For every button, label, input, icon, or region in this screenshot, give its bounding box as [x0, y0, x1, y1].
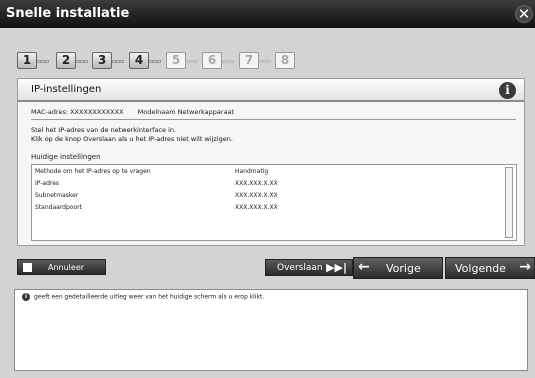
instructions: Stel het IP-adres van de netwerkinterfac… — [31, 126, 233, 144]
info-icon[interactable]: i — [499, 82, 516, 99]
step-number: 3 — [92, 52, 112, 69]
current-settings-title: Huidige instellingen — [31, 153, 101, 161]
step-dots: ▫▫▫ — [76, 58, 89, 65]
help-text: geeft een gedetailleerde uitleg weer van… — [34, 293, 265, 301]
info-icon: i — [22, 293, 30, 301]
step-8: 8 — [275, 49, 295, 69]
next-label: Volgende — [455, 262, 506, 275]
setting-value: XXX.XXX.X.XX — [235, 204, 278, 211]
current-settings-table: Methode om het IP-adres op te vragen Han… — [31, 164, 517, 241]
setting-value: Handmatig — [235, 168, 269, 175]
step-2: 2 ▫▫▫ — [56, 49, 88, 69]
instruction-line: Stel het IP-adres van de netwerkinterfac… — [31, 126, 177, 134]
step-dots: ▫▫▫ — [112, 58, 125, 65]
step-dots: ▫▫▫ — [259, 58, 272, 65]
table-row: Standaardpoort XXX.XXX.X.XX — [32, 201, 516, 213]
step-dots: ▫▫▫ — [186, 58, 199, 65]
divider — [31, 119, 516, 120]
setting-value: XXX.XXX.X.XX — [235, 180, 278, 187]
setting-label: Subnetmasker — [35, 192, 79, 199]
cancel-label: Annuleer — [48, 263, 85, 272]
step-dots: ▫▫▫ — [149, 58, 162, 65]
step-number: 7 — [239, 52, 259, 69]
mac-address: MAC-adres: XXXXXXXXXXXX — [31, 108, 124, 116]
setting-label: IP-adres — [35, 180, 60, 187]
table-row: Methode om het IP-adres op te vragen Han… — [32, 165, 516, 177]
step-number: 8 — [275, 52, 295, 69]
table-row: Subnetmasker XXX.XXX.X.XX — [32, 189, 516, 201]
setting-value: XXX.XXX.X.XX — [235, 192, 278, 199]
step-number: 2 — [56, 52, 76, 69]
step-4: 4 ▫▫▫ — [129, 49, 161, 69]
model-name: Modelnaam Netwerkapparaat — [137, 108, 235, 116]
step-3: 3 ▫▫▫ — [92, 49, 124, 69]
skip-forward-icon: ▶▶| — [326, 261, 347, 274]
step-dots: ▫▫▫ — [37, 58, 50, 65]
ip-settings-panel: IP-instellingen i MAC-adres: XXXXXXXXXXX… — [17, 78, 525, 246]
step-number: 5 — [166, 52, 186, 69]
previous-button[interactable]: ← Vorige — [353, 257, 443, 279]
setting-label: Standaardpoort — [35, 204, 82, 211]
instruction-line: Klik op de knop Overslaan als u het IP-a… — [31, 135, 233, 143]
step-1: 1 ▫▫▫ — [17, 49, 49, 69]
help-text-box: i geeft een gedetailleerde uitleg weer va… — [14, 289, 528, 371]
step-6: 6 ▫▫▫ — [202, 49, 234, 69]
next-button[interactable]: Volgende → — [445, 257, 535, 279]
window-title: Snelle installatie — [6, 6, 130, 21]
skip-button[interactable]: Overslaan ▶▶| — [265, 259, 353, 276]
step-5: 5 ▫▫▫ — [166, 49, 198, 69]
cancel-button[interactable]: Annuleer — [17, 259, 106, 275]
step-number: 4 — [129, 52, 149, 69]
setting-label: Methode om het IP-adres op te vragen — [35, 168, 151, 175]
skip-label: Overslaan — [277, 263, 323, 273]
arrow-right-icon: → — [519, 259, 531, 275]
close-icon[interactable]: ✕ — [515, 5, 533, 23]
stop-icon — [23, 263, 32, 272]
table-scrollbar[interactable] — [505, 167, 513, 238]
step-number: 1 — [17, 52, 37, 69]
arrow-left-icon: ← — [358, 259, 370, 275]
step-number: 6 — [202, 52, 222, 69]
step-7: 7 ▫▫▫ — [239, 49, 271, 69]
previous-label: Vorige — [386, 262, 421, 275]
table-row: IP-adres XXX.XXX.X.XX — [32, 177, 516, 189]
panel-header: IP-instellingen i — [18, 79, 524, 102]
title-bar: Snelle installatie ✕ — [0, 0, 535, 28]
step-dots: ▫▫▫ — [222, 58, 235, 65]
device-info: MAC-adres: XXXXXXXXXXXX Modelnaam Netwer… — [31, 108, 246, 116]
panel-title: IP-instellingen — [31, 84, 102, 95]
